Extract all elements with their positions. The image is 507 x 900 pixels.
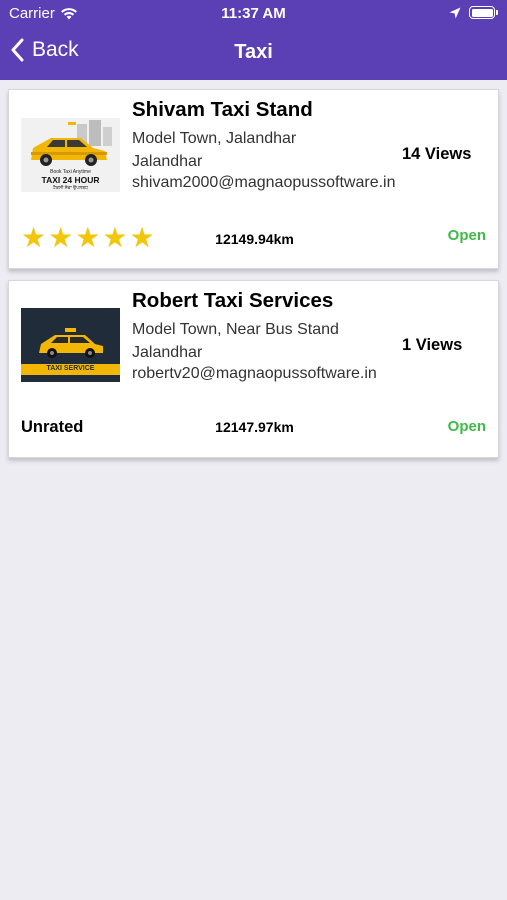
listing-views: 14 Views [402,145,472,163]
top-bar: Carrier 11:37 AM Back Taxi [0,0,507,80]
listing-address: Model Town, Near Bus Stand [132,321,339,338]
listing-email[interactable]: shivam2000@magnaopussoftware.in [132,172,402,194]
page-title: Taxi [234,41,273,63]
taxi-thumbnail: TAXI SERVICE [21,308,120,382]
listing-address: Model Town, Jalandhar [132,130,297,147]
thumb-title: TAXI SERVICE [46,365,95,372]
listing-distance: 12149.94km [215,231,294,247]
taxi-thumbnail: Book Taxi Anytime TAXI 24 HOUR ਟੈਕਸੀ ਸੇਵ… [21,118,120,192]
thumb-subtitle: ਟੈਕਸੀ ਸੇਵਾ ਉਪਲਬਧ [53,185,88,190]
nav-bar: Back Taxi [0,28,507,80]
list-item[interactable]: TAXI SERVICE Robert Taxi Services Model … [8,280,499,458]
status-badge: Open [447,227,486,244]
listing-city: Jalandhar [132,153,203,170]
status-time: 11:37 AM [221,5,286,22]
list-item[interactable]: Book Taxi Anytime TAXI 24 HOUR ਟੈਕਸੀ ਸੇਵ… [8,89,499,269]
location-arrow-icon [449,7,461,18]
thumb-title: TAXI 24 HOUR [41,175,100,185]
listing-city: Jalandhar [132,344,203,361]
listing-distance: 12147.97km [215,419,294,435]
listing-name: Robert Taxi Services [132,289,334,312]
listing-email[interactable]: robertv20@magnaopussoftware.in [132,363,402,385]
listing-views: 1 Views [402,336,463,354]
status-right-icons [449,6,498,19]
status-badge: Open [447,418,486,435]
listing-name: Shivam Taxi Stand [132,98,313,121]
status-bar: Carrier 11:37 AM [0,0,507,28]
battery-icon [469,6,498,19]
